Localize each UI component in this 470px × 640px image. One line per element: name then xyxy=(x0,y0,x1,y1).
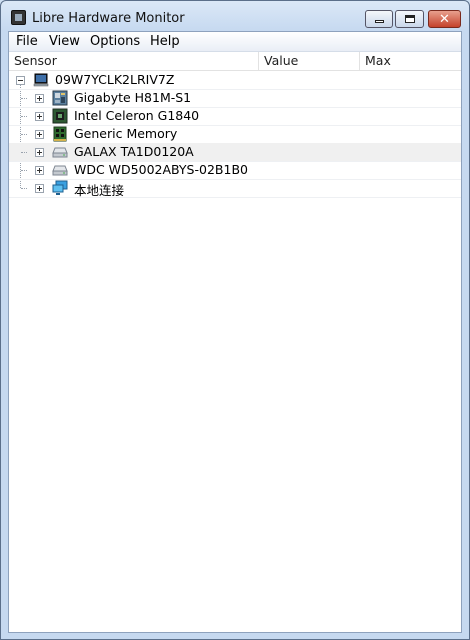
tree-item-label: Intel Celeron G1840 xyxy=(74,108,200,123)
memory-icon xyxy=(53,126,67,142)
maximize-icon xyxy=(404,15,415,23)
expand-toggle[interactable] xyxy=(35,184,44,193)
tree-row[interactable]: Generic Memory xyxy=(9,125,461,144)
tree-row[interactable]: Intel Celeron G1840 xyxy=(9,107,461,126)
menu-options[interactable]: Options xyxy=(90,34,140,49)
expand-toggle[interactable] xyxy=(35,166,44,175)
tree-row[interactable]: 本地连接 xyxy=(9,179,461,198)
tree-item-label: GALAX TA1D0120A xyxy=(74,144,194,159)
tree-row-root[interactable]: 09W7YCLK2LRIV7Z xyxy=(9,71,461,90)
column-value[interactable]: Value xyxy=(259,52,360,70)
tree-item-label: 本地连接 xyxy=(74,183,125,198)
computer-icon xyxy=(33,73,49,87)
minimize-icon xyxy=(374,20,384,23)
expand-toggle[interactable] xyxy=(35,94,44,103)
title-bar[interactable]: Libre Hardware Monitor ✕ xyxy=(1,1,469,33)
menu-help[interactable]: Help xyxy=(150,34,180,49)
expand-toggle[interactable] xyxy=(35,130,44,139)
app-window: Libre Hardware Monitor ✕ File View Optio… xyxy=(0,0,470,640)
tree-item-label: Generic Memory xyxy=(74,126,178,141)
menu-view[interactable]: View xyxy=(49,34,80,49)
column-header: Sensor Value Max xyxy=(9,52,461,71)
collapse-toggle[interactable] xyxy=(16,76,25,85)
tree-item-label: Gigabyte H81M-S1 xyxy=(74,90,192,105)
maximize-button[interactable] xyxy=(395,10,424,28)
minimize-button[interactable] xyxy=(365,10,393,28)
close-icon: ✕ xyxy=(439,11,450,27)
app-icon xyxy=(11,10,26,25)
expand-toggle[interactable] xyxy=(35,148,44,157)
drive-icon xyxy=(52,165,68,176)
network-icon xyxy=(52,180,68,195)
column-sensor[interactable]: Sensor xyxy=(9,52,259,70)
tree-row[interactable]: WDC WD5002ABYS-02B1B0 xyxy=(9,161,461,180)
menu-bar: File View Options Help xyxy=(9,32,461,52)
close-button[interactable]: ✕ xyxy=(428,10,461,28)
client-area: File View Options Help Sensor Value Max … xyxy=(8,31,462,633)
menu-file[interactable]: File xyxy=(16,34,38,49)
tree-row[interactable]: Gigabyte H81M-S1 xyxy=(9,89,461,108)
expand-toggle[interactable] xyxy=(35,112,44,121)
motherboard-icon xyxy=(52,90,68,106)
tree-item-label: WDC WD5002ABYS-02B1B0 xyxy=(74,162,248,177)
cpu-icon xyxy=(52,108,68,124)
window-title: Libre Hardware Monitor xyxy=(32,11,185,26)
drive-icon xyxy=(52,147,68,158)
tree-row[interactable]: GALAX TA1D0120A xyxy=(9,143,461,162)
tree-root-label: 09W7YCLK2LRIV7Z xyxy=(55,72,175,87)
column-max[interactable]: Max xyxy=(360,52,461,70)
